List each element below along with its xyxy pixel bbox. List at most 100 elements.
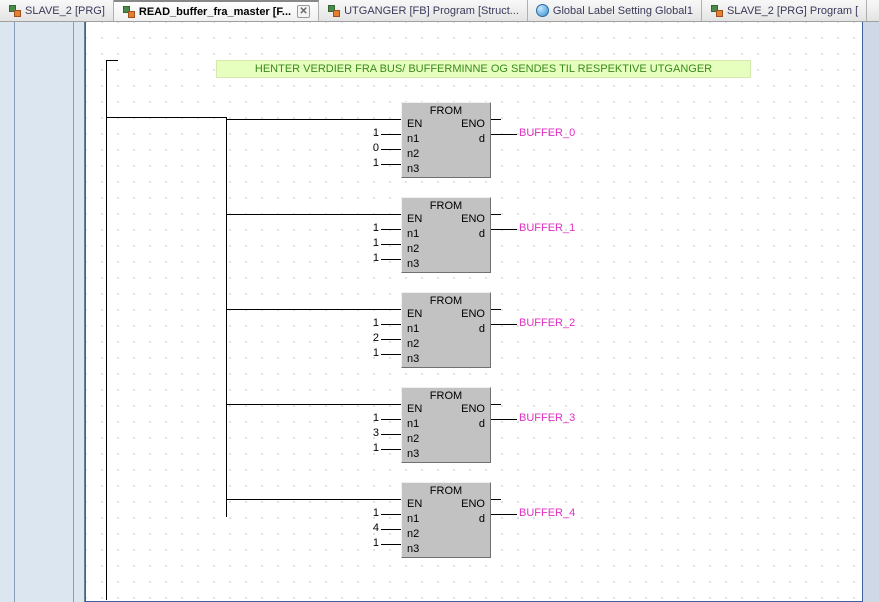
gutter-inner bbox=[14, 22, 74, 602]
comment-banner: HENTER VERDIER FRA BUS/ BUFFERMINNE OG S… bbox=[216, 60, 751, 78]
tab-3[interactable]: Global Label Setting Global1 bbox=[528, 0, 702, 21]
pin-en: EN bbox=[407, 402, 422, 417]
pin-eno: ENO bbox=[461, 402, 485, 417]
stub-eno-0 bbox=[491, 119, 501, 120]
stub-d-0 bbox=[491, 134, 517, 135]
output-label-3: BUFFER_3 bbox=[519, 412, 575, 424]
branch-bus bbox=[226, 117, 227, 517]
pin-d: d bbox=[479, 417, 485, 432]
pin-n3: n3 bbox=[407, 352, 419, 367]
output-label-4: BUFFER_4 bbox=[519, 507, 575, 519]
val-n2-4: 4 bbox=[365, 522, 379, 534]
pin-d: d bbox=[479, 132, 485, 147]
pin-n1: n1 bbox=[407, 322, 419, 337]
pin-n1: n1 bbox=[407, 132, 419, 147]
val-n2-2: 2 bbox=[365, 332, 379, 344]
val-n3-2: 1 bbox=[365, 347, 379, 359]
pin-n3: n3 bbox=[407, 447, 419, 462]
pin-n2: n2 bbox=[407, 432, 419, 447]
wire-en-1 bbox=[226, 214, 401, 215]
tab-1[interactable]: READ_buffer_fra_master [F...✕ bbox=[114, 0, 319, 21]
pin-eno: ENO bbox=[461, 497, 485, 512]
val-n2-0: 0 bbox=[365, 142, 379, 154]
block-title: FROM bbox=[402, 198, 490, 212]
pin-en: EN bbox=[407, 117, 422, 132]
output-label-1: BUFFER_1 bbox=[519, 222, 575, 234]
pin-n2: n2 bbox=[407, 527, 419, 542]
stub-n1-1 bbox=[381, 229, 401, 230]
block-title: FROM bbox=[402, 293, 490, 307]
pin-d: d bbox=[479, 322, 485, 337]
tab-label: Global Label Setting Global1 bbox=[553, 5, 693, 17]
from-block-1[interactable]: FROMENENOn1dn2n3 bbox=[401, 197, 491, 273]
pin-n1: n1 bbox=[407, 417, 419, 432]
close-icon[interactable]: ✕ bbox=[297, 5, 310, 18]
block-title: FROM bbox=[402, 103, 490, 117]
stub-d-4 bbox=[491, 514, 517, 515]
wire-en-0 bbox=[226, 119, 401, 120]
stub-n1-4 bbox=[381, 514, 401, 515]
from-block-0[interactable]: FROMEN ENO n1 d n2n3 bbox=[401, 102, 491, 178]
stub-d-2 bbox=[491, 324, 517, 325]
from-block-4[interactable]: FROMENENOn1dn2n3 bbox=[401, 482, 491, 558]
pin-n2: n2 bbox=[407, 337, 419, 352]
blocks-icon bbox=[122, 5, 135, 18]
globe-icon bbox=[536, 4, 549, 17]
val-n3-1: 1 bbox=[365, 252, 379, 264]
val-n1-1: 1 bbox=[365, 222, 379, 234]
val-n1-0: 1 bbox=[365, 127, 379, 139]
stub-n3-0 bbox=[381, 164, 401, 165]
stub-n3-1 bbox=[381, 259, 401, 260]
stub-n2-3 bbox=[381, 434, 401, 435]
pin-n1: n1 bbox=[407, 512, 419, 527]
output-label-2: BUFFER_2 bbox=[519, 317, 575, 329]
wire-en-2 bbox=[226, 309, 401, 310]
from-block-3[interactable]: FROMEN ENO n1 d n2n3 bbox=[401, 387, 491, 463]
pin-en: EN bbox=[407, 497, 422, 512]
val-n1-2: 1 bbox=[365, 317, 379, 329]
from-block-2[interactable]: FROMEN ENO n1 d n2n3 bbox=[401, 292, 491, 368]
stub-eno-4 bbox=[491, 499, 501, 500]
rail-stub bbox=[106, 60, 118, 61]
pin-eno: ENO bbox=[461, 117, 485, 132]
pin-d: d bbox=[479, 512, 485, 527]
block-title: FROM bbox=[402, 388, 490, 402]
tab-bar: SLAVE_2 [PRG] READ_buffer_fra_master [F..… bbox=[0, 0, 879, 22]
tab-label: UTGANGER [FB] Program [Struct... bbox=[344, 5, 519, 17]
pin-en: EN bbox=[407, 307, 422, 322]
blocks-icon bbox=[8, 4, 21, 17]
val-n1-3: 1 bbox=[365, 412, 379, 424]
tab-4[interactable]: SLAVE_2 [PRG] Program [ bbox=[702, 0, 867, 21]
gutter bbox=[0, 22, 85, 602]
editor-canvas[interactable]: HENTER VERDIER FRA BUS/ BUFFERMINNE OG S… bbox=[85, 22, 863, 602]
stub-eno-3 bbox=[491, 404, 501, 405]
pin-n1: n1 bbox=[407, 227, 419, 242]
pin-d: d bbox=[479, 227, 485, 242]
stub-eno-1 bbox=[491, 214, 501, 215]
pin-n3: n3 bbox=[407, 542, 419, 557]
val-n2-3: 3 bbox=[365, 427, 379, 439]
tab-label: SLAVE_2 [PRG] bbox=[25, 5, 105, 17]
tab-0[interactable]: SLAVE_2 [PRG] bbox=[0, 0, 114, 21]
val-n2-1: 1 bbox=[365, 237, 379, 249]
pin-eno: ENO bbox=[461, 212, 485, 227]
wire-en-3 bbox=[226, 404, 401, 405]
stub-n1-0 bbox=[381, 134, 401, 135]
tab-label: SLAVE_2 [PRG] Program [ bbox=[727, 5, 858, 17]
tab-2[interactable]: UTGANGER [FB] Program [Struct... bbox=[319, 0, 528, 21]
wire-rail-to-bus bbox=[106, 117, 226, 118]
blocks-icon bbox=[710, 4, 723, 17]
val-n3-3: 1 bbox=[365, 442, 379, 454]
pin-n3: n3 bbox=[407, 162, 419, 177]
stub-d-3 bbox=[491, 419, 517, 420]
pin-eno: ENO bbox=[461, 307, 485, 322]
stub-n3-4 bbox=[381, 544, 401, 545]
pin-n3: n3 bbox=[407, 257, 419, 272]
workspace: HENTER VERDIER FRA BUS/ BUFFERMINNE OG S… bbox=[0, 22, 879, 602]
stub-n3-3 bbox=[381, 449, 401, 450]
stub-n2-0 bbox=[381, 149, 401, 150]
stub-n2-4 bbox=[381, 529, 401, 530]
pin-en: EN bbox=[407, 212, 422, 227]
stub-d-1 bbox=[491, 229, 517, 230]
pin-n2: n2 bbox=[407, 147, 419, 162]
